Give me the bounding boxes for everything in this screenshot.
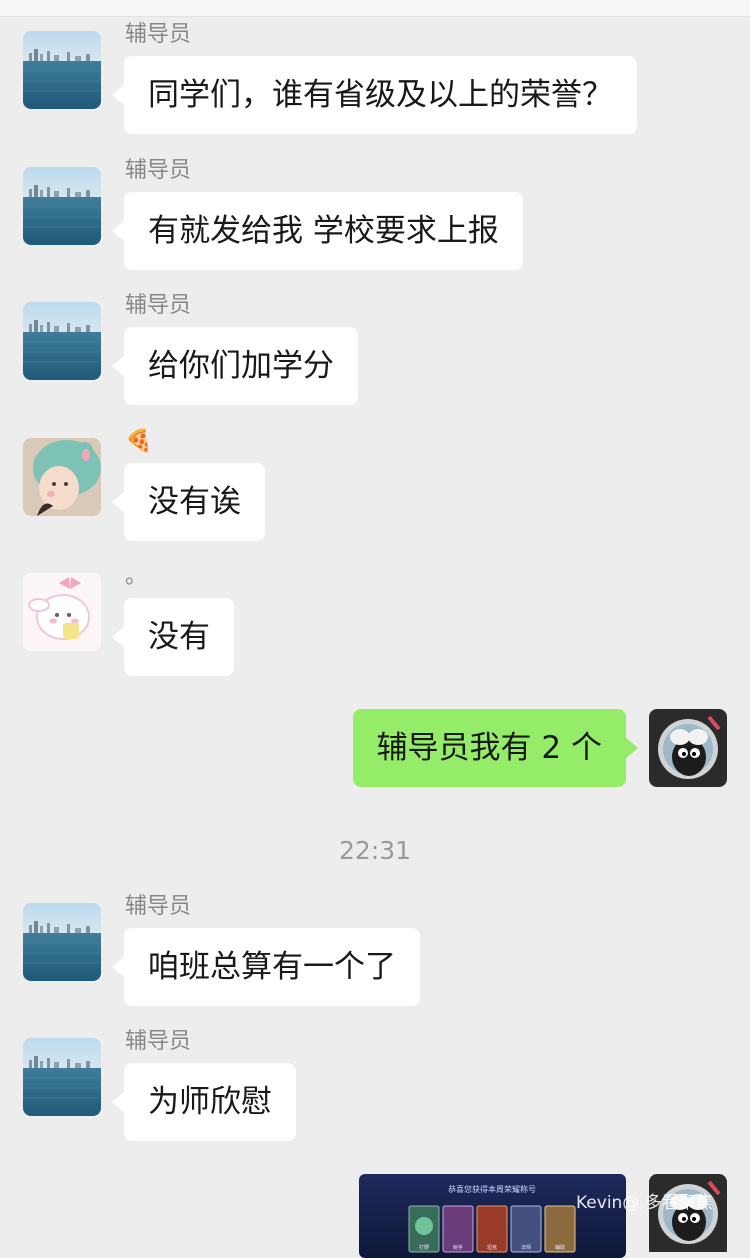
top-bar xyxy=(0,0,750,17)
sea-skyline-avatar-icon[interactable] xyxy=(23,1038,101,1116)
message-bubble[interactable]: 为师欣慰 xyxy=(112,1063,296,1141)
sea-skyline-avatar-icon[interactable] xyxy=(23,302,101,380)
sea-skyline-avatar-icon[interactable] xyxy=(23,167,101,245)
pink-bunny-avatar-icon[interactable] xyxy=(23,573,101,651)
sender-name: 辅导员 xyxy=(125,1029,192,1054)
shaun-sheep-avatar-icon[interactable] xyxy=(649,1174,727,1258)
message-bubble[interactable]: 没有 xyxy=(112,598,234,676)
card-label: 打野 xyxy=(419,1244,429,1251)
sender-name: 。 xyxy=(125,564,148,589)
message-bubble[interactable]: 同学们，谁有省级及以上的荣誉？ xyxy=(112,56,637,134)
girl-bunny-hat-avatar-icon[interactable] xyxy=(23,438,101,516)
message-bubble[interactable]: 咱班总算有一个了 xyxy=(112,928,420,1006)
sender-name: 辅导员 xyxy=(125,22,192,47)
card-label: 辅助 xyxy=(555,1244,565,1251)
sea-skyline-avatar-icon[interactable] xyxy=(23,903,101,981)
shaun-sheep-avatar-icon[interactable] xyxy=(649,709,727,787)
message-bubble[interactable]: 没有诶 xyxy=(112,463,265,541)
card-label: 法师 xyxy=(521,1244,531,1251)
sea-skyline-avatar-icon[interactable] xyxy=(23,31,101,109)
card-label: 坦克 xyxy=(487,1244,497,1251)
sender-name: 🍕 xyxy=(125,429,153,454)
timestamp: 22:31 xyxy=(338,836,412,865)
card-label: 射手 xyxy=(453,1244,463,1251)
game-honor-screenshot-icon[interactable]: 恭喜您获得本周荣耀称号 打野 射手 坦克 法师 辅助 xyxy=(359,1174,626,1258)
message-bubble-self[interactable]: 辅导员我有 2 个 xyxy=(352,709,639,787)
watermark: Kevin@ 多看聚焦 xyxy=(576,1193,713,1213)
sender-name: 辅导员 xyxy=(125,293,192,318)
sender-name: 辅导员 xyxy=(125,158,192,183)
message-bubble[interactable]: 有就发给我 学校要求上报 xyxy=(112,192,523,270)
sender-name: 辅导员 xyxy=(125,894,192,919)
image-header: 恭喜您获得本周荣耀称号 xyxy=(448,1184,536,1194)
message-bubble[interactable]: 给你们加学分 xyxy=(112,327,358,405)
